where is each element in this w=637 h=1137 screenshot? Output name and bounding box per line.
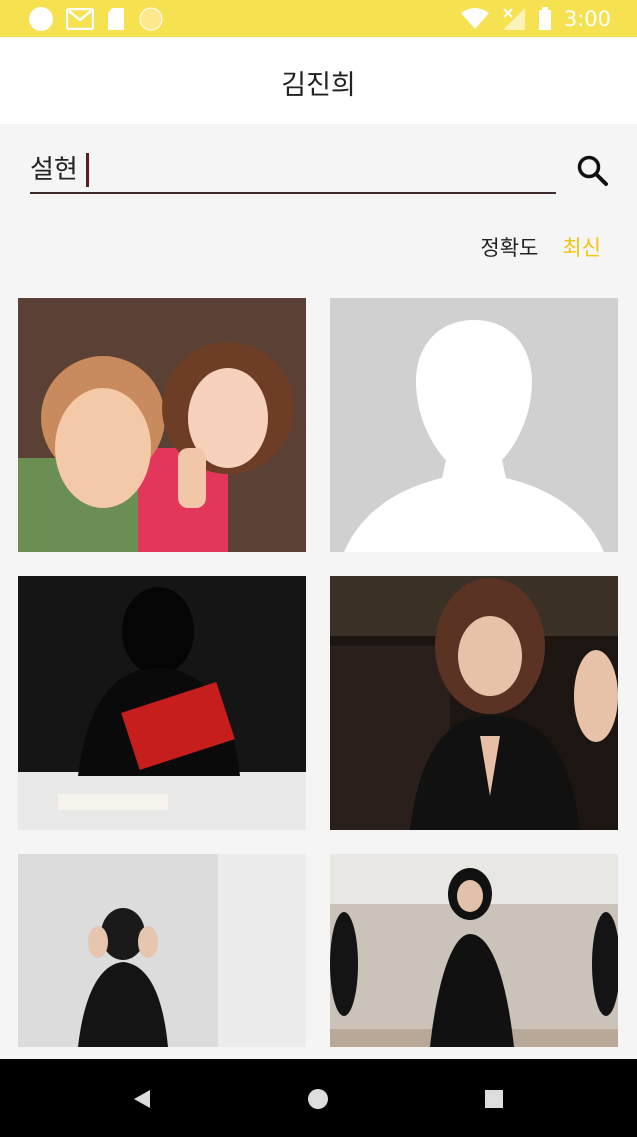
result-image-3[interactable]	[18, 576, 306, 830]
sd-card-icon	[108, 8, 124, 30]
search-input[interactable]: 설현	[30, 152, 78, 188]
home-circle-icon	[308, 1089, 328, 1109]
dance-practice-image-2	[330, 854, 618, 1047]
dance-practice-image-1	[18, 854, 306, 1047]
status-left-icons	[28, 6, 164, 32]
sort-latest-button[interactable]: 최신	[562, 232, 601, 262]
face-icon	[139, 7, 163, 31]
sort-accuracy-button[interactable]: 정확도	[480, 232, 538, 262]
app-bar: 김진희	[0, 37, 637, 124]
sort-options: 정확도 최신	[480, 232, 601, 262]
woman-at-night-image	[330, 576, 618, 830]
text-cursor	[86, 153, 89, 187]
search-icon	[577, 155, 608, 186]
navigation-bar	[0, 1059, 637, 1137]
signal-icon	[502, 8, 525, 30]
placeholder-silhouette-image	[330, 298, 618, 552]
result-image-2[interactable]	[330, 298, 618, 552]
gmail-icon	[66, 8, 94, 30]
search-button[interactable]	[574, 152, 612, 190]
home-button[interactable]	[298, 1079, 338, 1119]
back-triangle-icon	[134, 1090, 150, 1108]
result-image-4[interactable]	[330, 576, 618, 830]
recents-square-icon	[485, 1090, 503, 1108]
battery-icon	[538, 7, 551, 30]
status-right-icons: 3:00	[460, 5, 611, 33]
status-bar: 3:00	[0, 0, 637, 37]
recents-button[interactable]	[474, 1079, 514, 1119]
search-field[interactable]: 설현	[30, 148, 556, 194]
selfie-photo-image	[18, 298, 306, 552]
circle-icon	[29, 7, 53, 31]
darth-vader-reading-image	[18, 576, 306, 830]
page-title: 김진희	[281, 70, 356, 101]
back-button[interactable]	[122, 1079, 162, 1119]
result-image-1[interactable]	[18, 298, 306, 552]
status-time: 3:00	[563, 7, 611, 31]
search-input-underline[interactable]	[30, 148, 556, 194]
wifi-icon	[460, 8, 489, 29]
